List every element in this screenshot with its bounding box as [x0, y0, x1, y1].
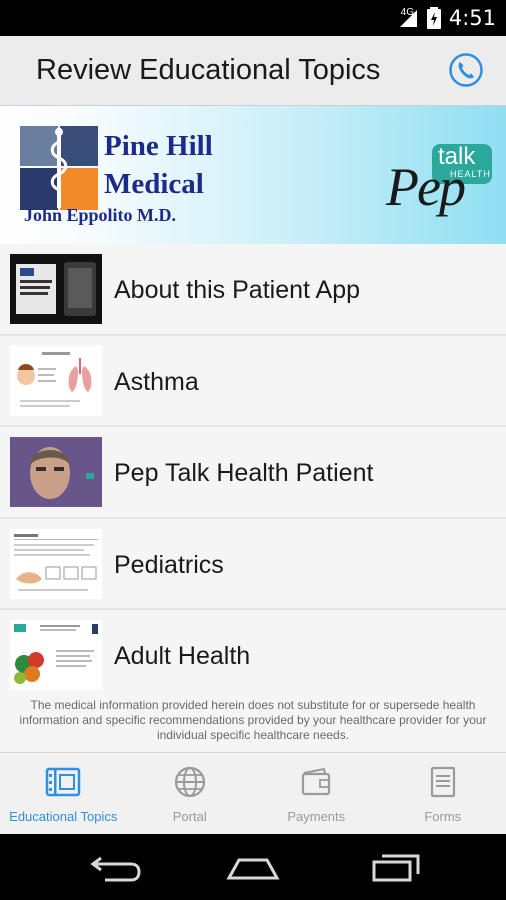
practice-name-line1: Pine Hill: [104, 130, 213, 162]
fruit-slide-thumbnail: [10, 620, 102, 690]
tab-payments[interactable]: Payments: [253, 753, 380, 834]
app-bar: Review Educational Topics: [0, 36, 506, 106]
caduceus-logo-icon: [20, 126, 98, 210]
recent-apps-icon[interactable]: [366, 852, 426, 884]
medical-disclaimer: The medical information provided herein …: [0, 694, 506, 752]
list-item-label: Adult Health: [114, 642, 251, 670]
tab-educational-topics[interactable]: Educational Topics: [0, 753, 127, 834]
pep-talk-health-logo: talk HEALTH Pep: [386, 134, 496, 224]
pediatrics-slide-thumbnail: [10, 528, 102, 599]
film-icon: [46, 767, 81, 797]
system-nav-bar: [0, 834, 506, 900]
page-title: Review Educational Topics: [36, 54, 381, 86]
list-item-label: Pediatrics: [114, 550, 224, 579]
phone-icon[interactable]: [448, 52, 484, 88]
topic-pediatrics[interactable]: Pediatrics: [0, 518, 506, 610]
tab-forms[interactable]: Forms: [380, 753, 506, 834]
tab-label: Forms: [424, 809, 462, 824]
topic-adult-health[interactable]: Adult Health: [0, 610, 506, 694]
list-item-label: About this Patient App: [114, 276, 361, 304]
bottom-nav: Educational Topics Portal Payments Forms: [0, 752, 506, 834]
home-icon[interactable]: [223, 852, 283, 884]
list-item-label: Asthma: [114, 367, 199, 396]
tab-label: Educational Topics: [9, 809, 118, 824]
document-icon: [430, 766, 455, 798]
doctor-name: John Eppolito M.D.: [24, 205, 177, 225]
back-icon[interactable]: [83, 852, 143, 884]
tab-label: Payments: [287, 809, 346, 824]
status-bar: 4G 4:51: [0, 0, 506, 36]
list-item-label: Pep Talk Health Patient: [114, 459, 374, 487]
globe-icon: [174, 766, 205, 798]
topics-list: About this Patient App Asthma Pep Talk H…: [0, 244, 506, 694]
practice-name-line2: Medical: [104, 168, 204, 200]
person-video-thumbnail: [10, 437, 102, 507]
battery-icon: [426, 7, 441, 29]
clock: 4:51: [448, 6, 496, 30]
signal-icon: [399, 10, 417, 27]
topic-about-app[interactable]: About this Patient App: [0, 244, 506, 336]
lungs-slide-thumbnail: [10, 345, 102, 416]
wallet-icon: [302, 767, 331, 796]
topic-asthma[interactable]: Asthma: [0, 335, 506, 427]
topic-pep-talk[interactable]: Pep Talk Health Patient: [0, 427, 506, 519]
tab-label: Portal: [172, 809, 207, 824]
video-screen-thumbnail: [10, 254, 102, 324]
practice-banner: Pine Hill Medical John Eppolito M.D. tal…: [0, 106, 506, 244]
tab-portal[interactable]: Portal: [127, 753, 254, 834]
pep-logo-script: Pep: [386, 157, 466, 217]
